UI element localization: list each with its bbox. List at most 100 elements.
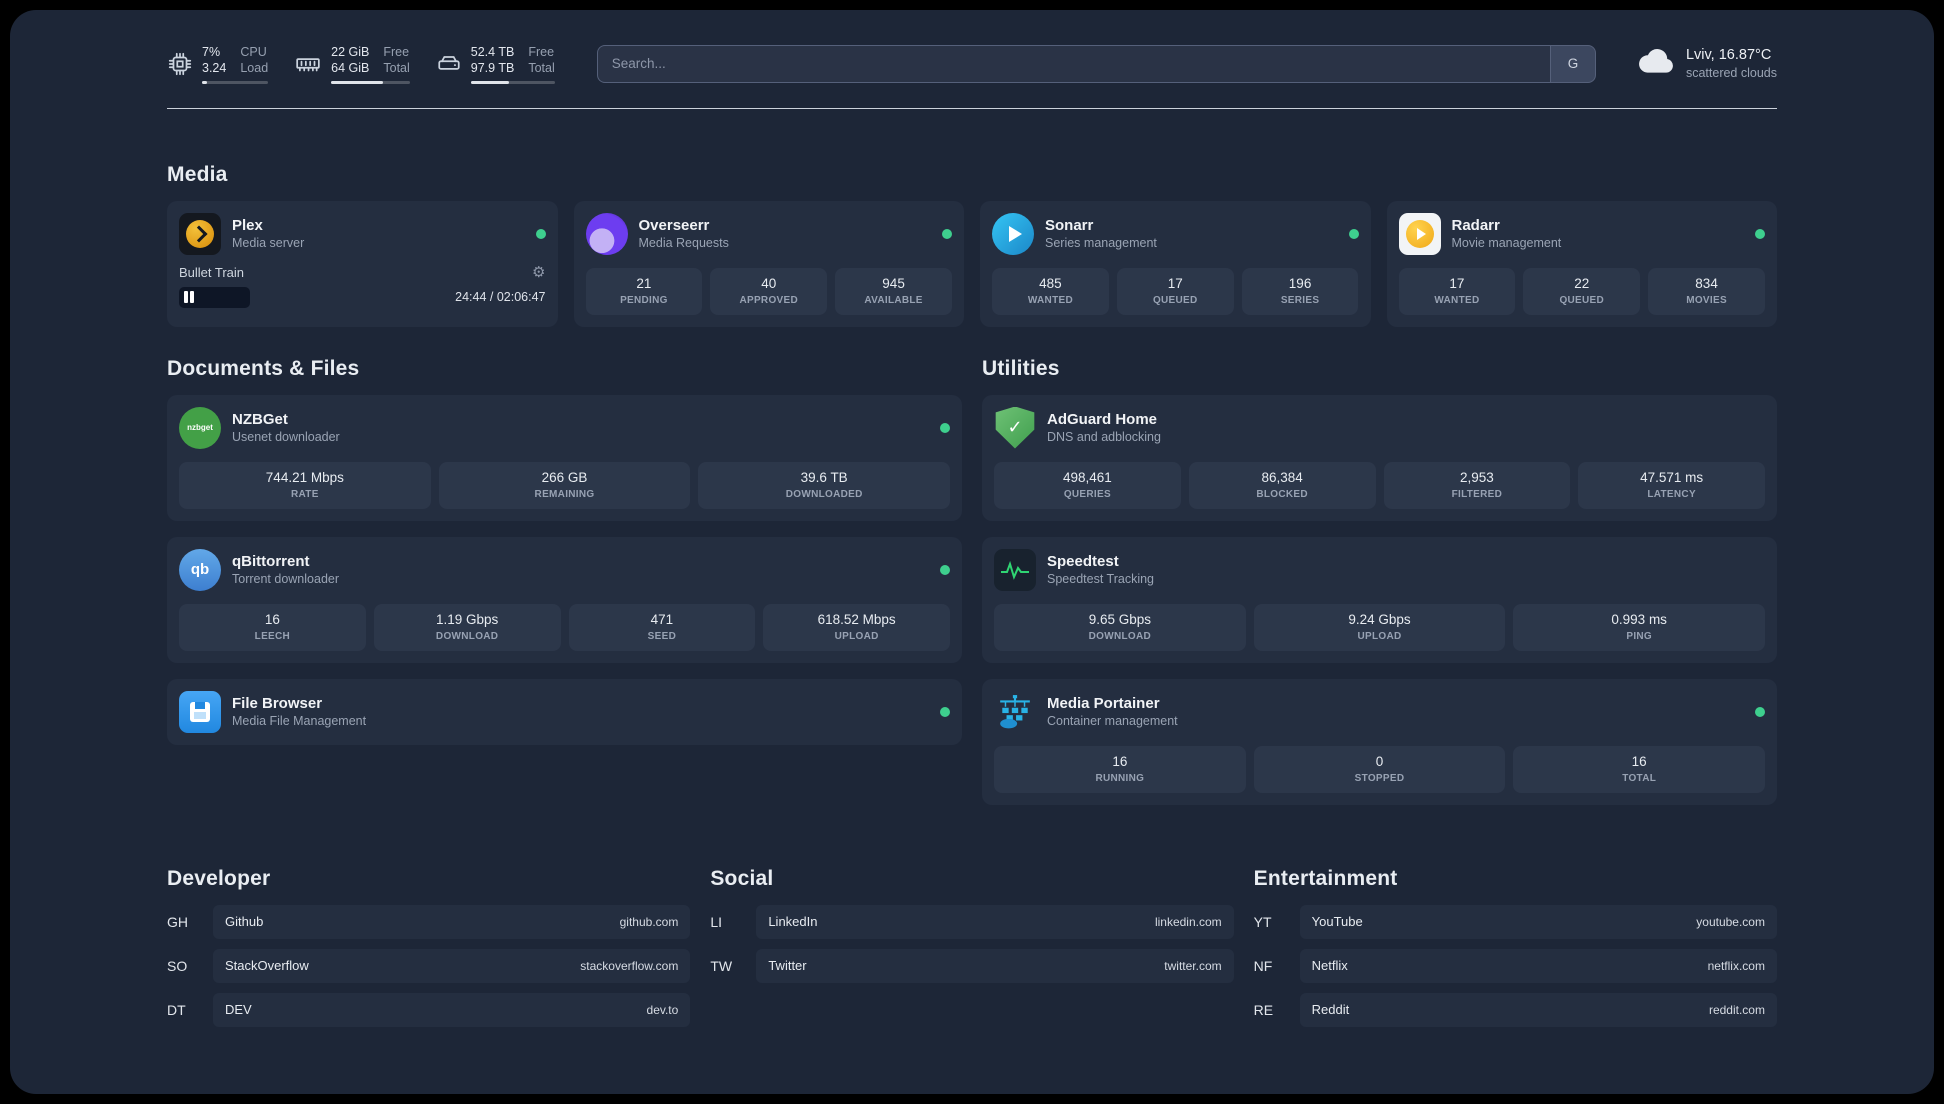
section-title-documents: Documents & Files [167, 356, 360, 380]
bookmark-url: stackoverflow.com [580, 958, 679, 973]
cpu-load-label: Load [240, 61, 269, 76]
stat-label: QUERIES [1063, 488, 1111, 500]
search-bar: G [596, 44, 1596, 83]
service-title: AdGuard Home [1047, 411, 1158, 428]
stat-label: SERIES [1280, 294, 1320, 306]
service-title: Radarr [1451, 217, 1500, 234]
search-provider-button[interactable]: G [1549, 44, 1596, 83]
weather-widget[interactable]: Lviv, 16.87°C scattered clouds [1638, 46, 1777, 82]
stat-box: 0.993 ms PING [1513, 603, 1766, 651]
service-card-adguard[interactable]: ✓ AdGuard Home DNS and adblocking 498,46… [982, 394, 1777, 521]
bookmark-abbr: GH [167, 913, 188, 930]
gear-icon[interactable]: ⚙ [532, 264, 545, 280]
stat-box: 2,953 FILTERED [1383, 461, 1571, 509]
bookmark-name: Reddit [1311, 1002, 1350, 1017]
bookmark-name: Github [225, 914, 264, 929]
disk-usage-bar [470, 80, 555, 84]
bookmark-twitter[interactable]: TW Twitter twitter.com [710, 948, 1234, 983]
bookmark-url: github.com [619, 914, 679, 929]
cpu-icon [167, 51, 193, 77]
memory-total-value: 64 GiB [331, 61, 370, 76]
status-dot [1755, 228, 1765, 239]
service-card-speedtest[interactable]: Speedtest Speedtest Tracking 9.65 Gbps D… [982, 536, 1777, 663]
stat-value: 498,461 [1062, 469, 1112, 485]
bookmark-github[interactable]: GH Github github.com [167, 904, 691, 939]
stat-value: 266 GB [541, 469, 588, 485]
service-card-overseerr[interactable]: Overseerr Media Requests 21 PENDING 40 A… [573, 200, 964, 327]
pause-icon [190, 291, 194, 303]
status-dot [942, 228, 952, 239]
floppy-icon [190, 701, 210, 722]
bookmark-youtube[interactable]: YT YouTube youtube.com [1254, 904, 1777, 939]
playback-time: 24:44 / 02:06:47 [455, 290, 546, 304]
cpu-load-value: 3.24 [202, 61, 227, 76]
status-dot [1755, 706, 1765, 717]
disk-total-label: Total [528, 61, 555, 76]
stat-value: 471 [650, 611, 674, 627]
bookmark-name: Netflix [1311, 958, 1348, 973]
stat-value: 9.65 Gbps [1088, 611, 1151, 627]
stat-box: 834 MOVIES [1648, 267, 1765, 315]
service-card-qbittorrent[interactable]: qb qBittorrent Torrent downloader 16 LEE… [167, 536, 962, 663]
bookmark-netflix[interactable]: NF Netflix netflix.com [1254, 948, 1777, 983]
service-card-sonarr[interactable]: Sonarr Series management 485 WANTED 17 Q… [980, 200, 1371, 327]
stat-label: QUEUED [1559, 294, 1605, 306]
bookmark-stackoverflow[interactable]: SO StackOverflow stackoverflow.com [167, 948, 691, 983]
service-title: Sonarr [1045, 217, 1094, 234]
plex-icon [179, 212, 221, 255]
stat-box: 40 APPROVED [710, 267, 828, 315]
disk-free-value: 52.4 TB [470, 45, 515, 59]
cpu-widget: 7% 3.24 CPU Load [167, 44, 269, 84]
stat-box: 485 WANTED [992, 267, 1109, 315]
bookmark-url: youtube.com [1696, 914, 1765, 929]
memory-free-label: Free [383, 45, 410, 59]
status-dot [940, 564, 950, 575]
service-title: File Browser [232, 695, 323, 712]
disk-icon [436, 51, 462, 77]
cpu-usage-bar-fill [202, 80, 207, 84]
stat-value: 16 [264, 611, 280, 627]
stat-label: RUNNING [1095, 772, 1145, 784]
bookmark-pill: YouTube youtube.com [1299, 904, 1777, 939]
bookmark-group-social: Social LI LinkedIn linkedin.com TW Twitt… [710, 867, 1234, 1037]
bookmark-url: dev.to [646, 1002, 679, 1017]
service-subtitle: Series management [1045, 236, 1157, 250]
memory-usage-bar [331, 80, 410, 84]
pause-button[interactable] [179, 286, 250, 308]
service-title: NZBGet [232, 411, 288, 428]
disk-total-value: 97.9 TB [470, 61, 515, 76]
service-title: Media Portainer [1047, 695, 1160, 712]
service-card-radarr[interactable]: Radarr Movie management 17 WANTED 22 QUE… [1386, 200, 1777, 327]
service-subtitle: Media Requests [638, 236, 729, 250]
service-title: Overseerr [638, 217, 710, 234]
bookmark-pill: Github github.com [213, 904, 691, 939]
bookmark-pill: Netflix netflix.com [1299, 948, 1777, 983]
weather-location: Lviv, 16.87°C [1685, 46, 1772, 63]
stat-label: QUEUED [1152, 294, 1198, 306]
top-bar: 7% 3.24 CPU Load 22 GiB 64 GiB Free Tota… [167, 44, 1777, 84]
bookmark-pill: LinkedIn linkedin.com [756, 904, 1234, 939]
stat-value: 1.19 Gbps [435, 611, 499, 627]
status-dot [940, 422, 950, 433]
search-input[interactable] [596, 44, 1550, 83]
stat-label: RATE [290, 488, 319, 500]
stat-label: SEED [647, 630, 677, 642]
bookmark-url: twitter.com [1164, 958, 1222, 973]
sonarr-icon [992, 212, 1034, 255]
service-card-plex[interactable]: Plex Media server Bullet Train ⚙ 24:44 /… [167, 200, 558, 327]
bookmark-linkedin[interactable]: LI LinkedIn linkedin.com [710, 904, 1234, 939]
service-card-nzbget[interactable]: nzbget NZBGet Usenet downloader 744.21 M… [167, 394, 962, 521]
bookmark-dev[interactable]: DT DEV dev.to [167, 992, 691, 1027]
service-card-filebrowser[interactable]: File Browser Media File Management [167, 678, 962, 745]
service-subtitle: Media File Management [232, 714, 367, 728]
bookmark-reddit[interactable]: RE Reddit reddit.com [1253, 992, 1777, 1027]
stat-value: 16 [1112, 753, 1128, 769]
stat-box: 744.21 Mbps RATE [179, 461, 431, 509]
stat-box: 16 LEECH [179, 603, 366, 651]
service-card-portainer[interactable]: Media Portainer Container management 16 … [982, 678, 1777, 805]
stat-label: MOVIES [1686, 294, 1727, 306]
bookmark-abbr: RE [1253, 1001, 1274, 1018]
memory-widget: 22 GiB 64 GiB Free Total [294, 44, 410, 84]
stat-value: 17 [1167, 275, 1183, 291]
memory-usage-bar-fill [331, 80, 384, 84]
